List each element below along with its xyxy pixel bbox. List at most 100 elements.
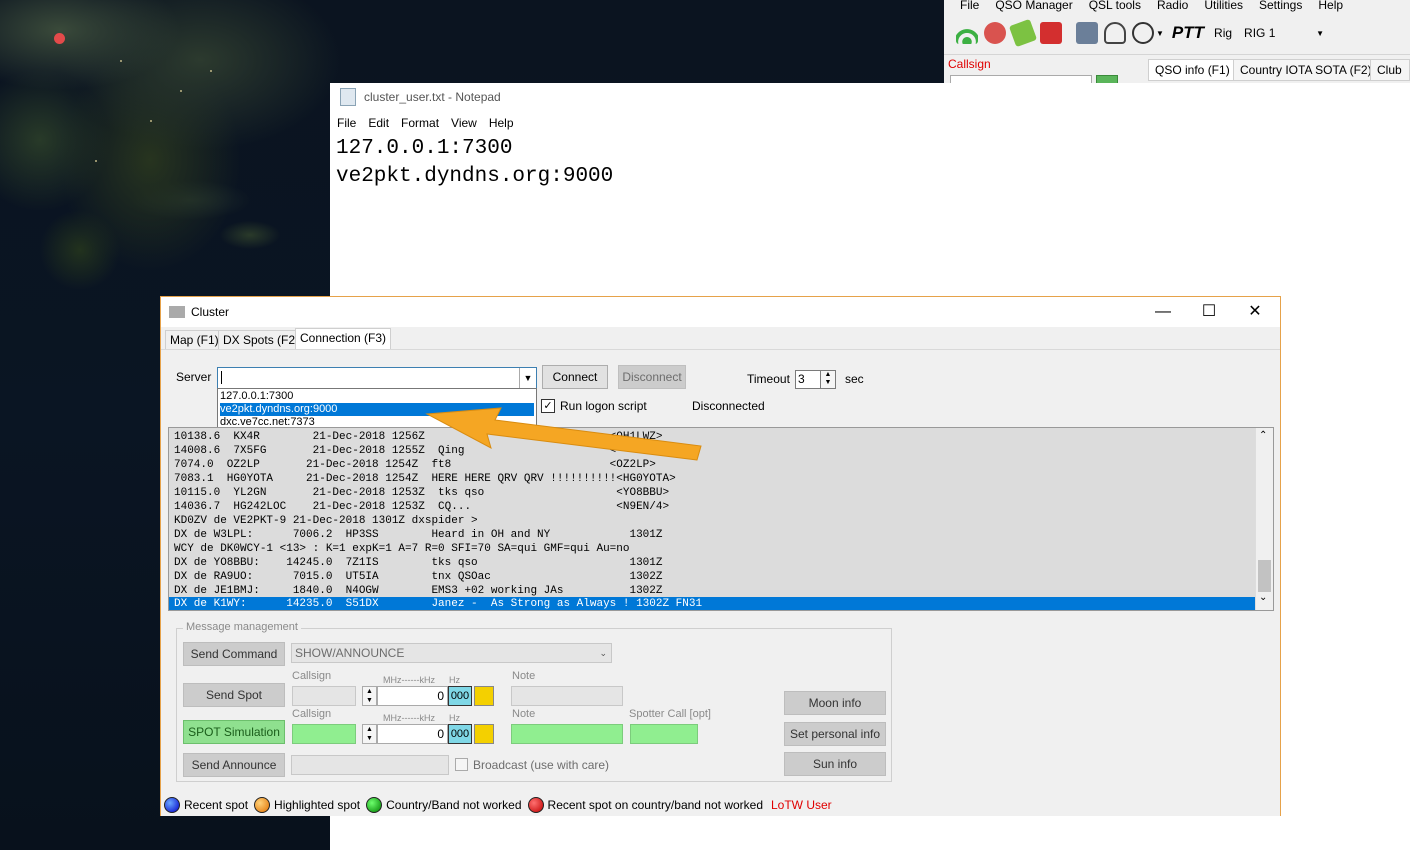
connect-button[interactable]: Connect	[542, 365, 608, 389]
chevron-down-icon[interactable]: ▼	[1156, 29, 1164, 38]
disconnect-button[interactable]: Disconnect	[618, 365, 686, 389]
minimize-button[interactable]: —	[1140, 301, 1186, 323]
timeout-label: Timeout	[747, 372, 790, 386]
chevron-down-icon: ▼	[1316, 28, 1325, 38]
app-menu-utilities[interactable]: Utilities	[1204, 0, 1243, 14]
rig-select[interactable]: RIG 1 ▼	[1240, 24, 1329, 42]
rig-select-value: RIG 1	[1244, 26, 1276, 40]
spot-callsign-input[interactable]	[292, 686, 356, 706]
callsign-label: Callsign	[292, 708, 332, 720]
spot-hz-input[interactable]: 000	[448, 686, 472, 706]
app-menu-qsl-tools[interactable]: QSL tools	[1089, 0, 1141, 14]
sun-info-button[interactable]: Sun info	[784, 752, 886, 776]
notepad-menu-format[interactable]: Format	[401, 116, 439, 130]
notepad-menu-edit[interactable]: Edit	[368, 116, 389, 130]
sim-hz-input[interactable]: 000	[448, 724, 472, 744]
chevron-up-icon[interactable]: ⌃	[1259, 430, 1267, 441]
scrollbar-thumb[interactable]	[1258, 560, 1271, 592]
close-button[interactable]: ✕	[1232, 301, 1278, 323]
hz-label: Hz	[449, 713, 460, 723]
set-personal-info-button[interactable]: Set personal info	[784, 722, 886, 746]
sim-freq-input[interactable]: 0	[377, 724, 448, 744]
spot-simulation-button[interactable]: SPOT Simulation	[183, 720, 285, 744]
log-line-selected[interactable]: DX de K1WY: 14235.0 S51DX Janez - As Str…	[169, 597, 1258, 610]
log-line: 10115.0 YL2GN 21-Dec-2018 1253Z tks qso …	[174, 487, 670, 499]
spotter-call-label: Spotter Call [opt]	[629, 708, 711, 720]
app-menu-qso-manager[interactable]: QSO Manager	[995, 0, 1072, 14]
sim-callsign-input[interactable]	[292, 724, 356, 744]
red-ball-icon	[527, 797, 544, 813]
annotation-arrow-icon	[425, 407, 702, 461]
spot-legend: Recent spot Highlighted spot Country/Ban…	[161, 795, 1280, 815]
cluster-titlebar: Cluster — ☐ ✕	[161, 297, 1280, 327]
notepad-text-area[interactable]: 127.0.0.1:7300 ve2pkt.dyndns.org:9000	[336, 135, 613, 191]
callsign-label: Callsign	[292, 670, 332, 682]
blue-ball-icon	[164, 797, 180, 813]
spot-note-input[interactable]	[511, 686, 623, 706]
tab-connection[interactable]: Connection (F3)	[295, 328, 392, 350]
chevron-down-icon[interactable]: ▼	[821, 379, 835, 387]
lock-icon[interactable]	[474, 686, 494, 706]
moon-info-button[interactable]: Moon info	[784, 691, 886, 715]
legend-highlighted: Highlighted spot	[274, 798, 361, 812]
spot-log[interactable]: 10138.6 KX4R 21-Dec-2018 1256Z <OH1LWZ> …	[168, 427, 1274, 611]
freq-spinner[interactable]: ▲ ▼	[362, 686, 377, 706]
notepad-menu-view[interactable]: View	[451, 116, 477, 130]
tab-country-iota-sota[interactable]: Country IOTA SOTA (F2)	[1233, 59, 1379, 81]
callsign-label: Callsign	[948, 57, 991, 71]
app-menu-file[interactable]: File	[960, 0, 979, 14]
tab-club[interactable]: Club a	[1370, 59, 1410, 97]
rig-label: Rig	[1214, 26, 1233, 40]
book-icon[interactable]	[1008, 18, 1038, 48]
send-spot-button[interactable]: Send Spot	[183, 683, 285, 707]
spotter-call-input[interactable]	[630, 724, 698, 744]
maximize-button[interactable]: ☐	[1186, 301, 1232, 323]
lock-icon[interactable]	[474, 724, 494, 744]
rotator-icon[interactable]	[1076, 22, 1098, 44]
chevron-up-icon[interactable]: ▲	[821, 371, 835, 379]
log-line: KD0ZV de VE2PKT-9 21-Dec-2018 1301Z dxsp…	[174, 515, 478, 527]
antenna-dish-icon[interactable]	[1132, 22, 1154, 44]
log-line: 7083.1 HG0YOTA 21-Dec-2018 1254Z HERE HE…	[174, 473, 676, 485]
notepad-menu-help[interactable]: Help	[489, 116, 514, 130]
chevron-down-icon[interactable]: ▼	[519, 368, 536, 388]
server-combobox[interactable]: ▼	[217, 367, 537, 389]
spot-freq-input[interactable]: 0	[377, 686, 448, 706]
mailbox-icon[interactable]	[1040, 22, 1062, 44]
tab-qso-info[interactable]: QSO info (F1)	[1148, 59, 1237, 81]
text-cursor	[221, 371, 222, 384]
sim-note-input[interactable]	[511, 724, 623, 744]
announce-input[interactable]	[291, 755, 449, 775]
main-app-window: File QSO Manager QSL tools Radio Utiliti…	[944, 0, 1410, 97]
send-announce-button[interactable]: Send Announce	[183, 753, 285, 777]
log-line: WCY de DK0WCY-1 <13> : K=1 expK=1 A=7 R=…	[174, 543, 630, 555]
satellite-globe-icon[interactable]	[984, 22, 1006, 44]
app-menu-radio[interactable]: Radio	[1157, 0, 1188, 14]
headset-icon[interactable]	[1104, 22, 1126, 44]
note-label: Note	[512, 708, 536, 720]
map-location-marker	[54, 33, 65, 44]
log-line: DX de W3LPL: 7006.2 HP3SS Heard in OH an…	[174, 529, 663, 541]
app-menu-settings[interactable]: Settings	[1259, 0, 1302, 14]
timeout-spinner[interactable]: ▲ ▼	[820, 370, 836, 389]
wifi-icon[interactable]	[956, 22, 978, 44]
notepad-line: 127.0.0.1:7300	[336, 137, 513, 160]
send-command-button[interactable]: Send Command	[183, 642, 285, 666]
tab-dx-spots[interactable]: DX Spots (F2)	[218, 330, 305, 350]
log-scrollbar[interactable]: ⌃ ⌄	[1255, 428, 1273, 610]
map-city-light	[150, 120, 152, 122]
ptt-button[interactable]: PTT	[1172, 23, 1204, 43]
broadcast-checkbox[interactable]	[455, 758, 468, 771]
app-menu-help[interactable]: Help	[1318, 0, 1343, 14]
chevron-down-icon: ⌄	[599, 648, 607, 658]
command-select[interactable]: SHOW/ANNOUNCE ⌄	[291, 643, 612, 663]
chevron-down-icon[interactable]: ⌄	[1259, 592, 1267, 603]
cluster-window: Cluster — ☐ ✕ Map (F1) DX Spots (F2) Con…	[160, 296, 1281, 816]
freq-spinner[interactable]: ▲ ▼	[362, 724, 377, 744]
green-ball-icon	[366, 797, 383, 813]
timeout-input[interactable]: 3	[795, 370, 821, 389]
tab-map[interactable]: Map (F1)	[165, 330, 224, 350]
freq-unit-label: MHz------kHz	[383, 675, 435, 685]
freq-unit-label: MHz------kHz	[383, 713, 435, 723]
notepad-menu-file[interactable]: File	[337, 116, 356, 130]
